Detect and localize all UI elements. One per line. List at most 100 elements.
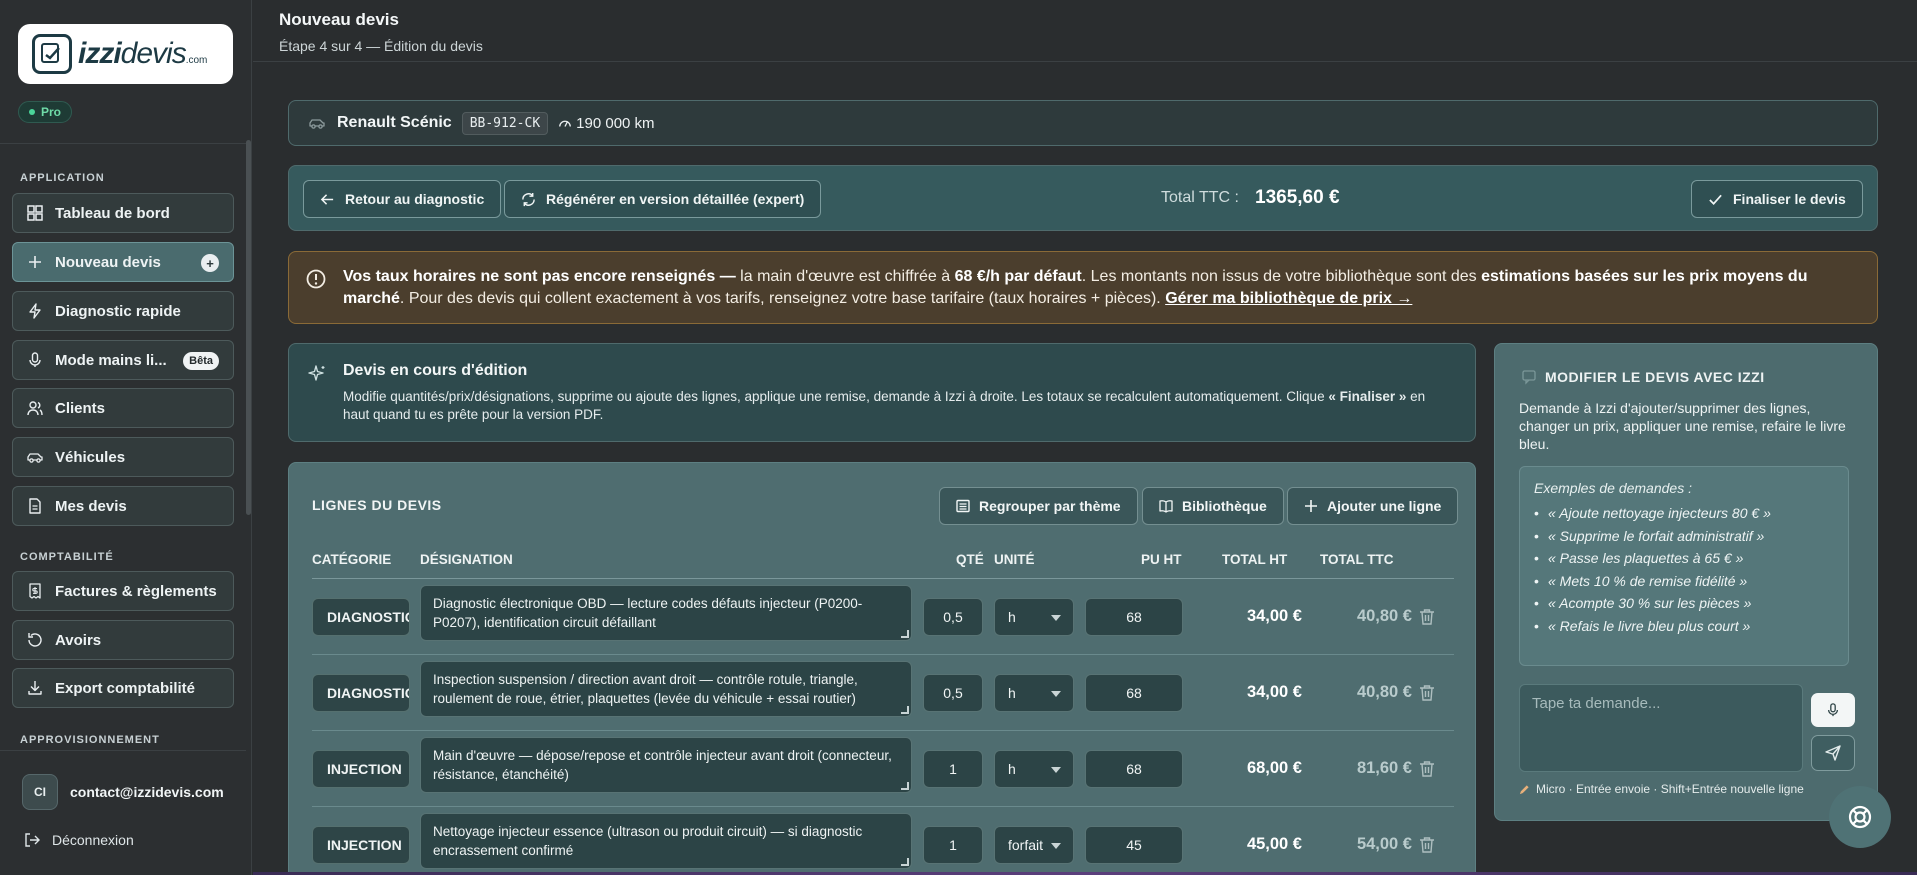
help-button[interactable]: [1829, 786, 1891, 848]
sidebar-item-quick-diagnostic[interactable]: Diagnostic rapide: [12, 291, 234, 331]
chevron-down-icon: [1051, 767, 1061, 773]
divider: [0, 750, 246, 751]
chevron-down-icon: [1051, 843, 1061, 849]
unit-select[interactable]: h: [994, 674, 1074, 712]
example-item[interactable]: « Refais le livre bleu plus court »: [1534, 615, 1834, 638]
line-total-ht: 34,00 €: [1246, 683, 1302, 701]
unit-price-field[interactable]: 68: [1085, 598, 1183, 636]
example-item[interactable]: « Passe les plaquettes à 65 € »: [1534, 547, 1834, 570]
sidebar-item-label: Factures & règlements: [55, 582, 217, 600]
examples-title: Exemples de demandes :: [1534, 480, 1692, 496]
category-select[interactable]: INJECTION: [312, 750, 410, 788]
price-library-link[interactable]: Gérer ma bibliothèque de prix →: [1165, 290, 1412, 307]
microphone-icon: [1827, 703, 1839, 717]
column-header-unit-price: PU HT: [1141, 552, 1182, 567]
unit-select[interactable]: h: [994, 750, 1074, 788]
column-header-qty: QTÉ: [956, 552, 984, 567]
trash-icon[interactable]: [1419, 684, 1435, 701]
microphone-button[interactable]: [1811, 693, 1855, 727]
action-bar: Retour au diagnostic Régénérer en versio…: [288, 165, 1878, 231]
designation-field[interactable]: Nettoyage injecteur essence (ultrason ou…: [420, 813, 912, 869]
pen-icon: [1519, 784, 1529, 794]
unit-price-field[interactable]: 68: [1085, 674, 1183, 712]
unit-price-field[interactable]: 45: [1085, 826, 1183, 864]
quantity-field[interactable]: 1: [923, 750, 983, 788]
sidebar-item-label: Avoirs: [55, 631, 102, 649]
vehicle-name: Renault Scénic: [337, 114, 452, 131]
trash-icon[interactable]: [1419, 608, 1435, 625]
resize-handle-icon[interactable]: [901, 858, 909, 866]
plus-icon: [1305, 500, 1317, 512]
sidebar-item-label: Mode mains li...: [55, 351, 167, 369]
resize-handle-icon[interactable]: [901, 630, 909, 638]
quote-lines-card: LIGNES DU DEVIS Regrouper par thème Bibl…: [288, 462, 1476, 875]
library-button[interactable]: Bibliothèque: [1142, 487, 1284, 525]
send-button[interactable]: [1811, 735, 1855, 771]
vehicle-summary: Renault Scénic BB-912-CK 190 000 km: [288, 100, 1878, 146]
unit-price-field[interactable]: 68: [1085, 750, 1183, 788]
example-item[interactable]: « Acompte 30 % sur les pièces »: [1534, 592, 1834, 615]
designation-field[interactable]: Diagnostic électronique OBD — lecture co…: [420, 585, 912, 641]
quantity-field[interactable]: 0,5: [923, 674, 983, 712]
add-line-button[interactable]: Ajouter une ligne: [1287, 487, 1459, 525]
lightning-icon: [29, 303, 41, 319]
column-header-total-ttc: TOTAL TTC: [1320, 552, 1394, 567]
user-account[interactable]: CI contact@izzidevis.com: [22, 774, 224, 810]
category-select[interactable]: DIAGNOSTIC: [312, 598, 410, 636]
designation-field[interactable]: Inspection suspension / direction avant …: [420, 661, 912, 717]
logo[interactable]: izzidevis.com: [18, 24, 233, 84]
chat-icon: [1522, 370, 1536, 385]
send-icon: [1825, 745, 1841, 761]
grid-icon: [27, 205, 43, 221]
resize-handle-icon[interactable]: [901, 706, 909, 714]
izzi-request-input[interactable]: Tape ta demande...: [1519, 684, 1803, 772]
group-by-theme-button[interactable]: Regrouper par thème: [939, 487, 1138, 525]
sidebar-item-invoices[interactable]: Factures & règlements: [12, 571, 234, 611]
undo-icon: [28, 633, 42, 647]
arrow-left-icon: [320, 193, 334, 205]
page-title: Nouveau devis: [279, 10, 399, 29]
logo-text: izzidevis.com: [78, 37, 208, 70]
sidebar-item-label: Nouveau devis: [55, 253, 161, 271]
back-to-diagnostic-button[interactable]: Retour au diagnostic: [303, 180, 502, 218]
unit-select[interactable]: forfait: [994, 826, 1074, 864]
column-header-total-ht: TOTAL HT: [1222, 552, 1288, 567]
alert-circle-icon: [306, 269, 326, 289]
sidebar-item-new-quote[interactable]: Nouveau devis +: [12, 242, 234, 282]
izzi-title: MODIFIER LE DEVIS AVEC IZZI: [1545, 369, 1765, 385]
column-header-designation: DÉSIGNATION: [420, 552, 513, 567]
sidebar-item-hands-free[interactable]: Mode mains li... Bêta: [12, 340, 234, 380]
input-hint: Micro · Entrée envoie · Shift+Entrée nou…: [1519, 782, 1804, 796]
resize-handle-icon[interactable]: [901, 782, 909, 790]
unit-select[interactable]: h: [994, 598, 1074, 636]
regenerate-expert-button[interactable]: Régénérer en version détaillée (expert): [504, 180, 822, 218]
sidebar-item-clients[interactable]: Clients: [12, 388, 234, 428]
vehicle-mileage: 190 000 km: [558, 115, 655, 132]
logo-mark-icon: [32, 34, 72, 74]
trash-icon[interactable]: [1419, 760, 1435, 777]
table-row: INJECTION Nettoyage injecteur essence (u…: [312, 807, 1454, 875]
logout-icon: [25, 833, 40, 847]
trash-icon[interactable]: [1419, 836, 1435, 853]
designation-field[interactable]: Main d'œuvre — dépose/repose et contrôle…: [420, 737, 912, 793]
quantity-field[interactable]: 0,5: [923, 598, 983, 636]
add-quote-icon[interactable]: +: [201, 254, 219, 272]
sidebar-item-label: Mes devis: [55, 497, 127, 515]
example-item[interactable]: « Ajoute nettoyage injecteurs 80 € »: [1534, 502, 1834, 525]
table-row: INJECTION Main d'œuvre — dépose/repose e…: [312, 731, 1454, 807]
category-select[interactable]: DIAGNOSTIC: [312, 674, 410, 712]
quantity-field[interactable]: 1: [923, 826, 983, 864]
sidebar-scrollbar[interactable]: [246, 140, 251, 515]
sidebar-item-vehicles[interactable]: Véhicules: [12, 437, 234, 477]
logout-button[interactable]: Déconnexion: [24, 832, 134, 848]
microphone-icon: [29, 352, 41, 367]
example-item[interactable]: « Supprime le forfait administratif »: [1534, 525, 1834, 548]
finalize-quote-button[interactable]: Finaliser le devis: [1691, 180, 1863, 218]
sidebar-item-credits[interactable]: Avoirs: [12, 620, 234, 660]
example-item[interactable]: « Mets 10 % de remise fidélité »: [1534, 570, 1834, 593]
gauge-icon: [559, 120, 572, 127]
sidebar-item-export[interactable]: Export comptabilité: [12, 668, 234, 708]
sidebar-item-dashboard[interactable]: Tableau de bord: [12, 193, 234, 233]
sidebar-item-my-quotes[interactable]: Mes devis: [12, 486, 234, 526]
category-select[interactable]: INJECTION: [312, 826, 410, 864]
